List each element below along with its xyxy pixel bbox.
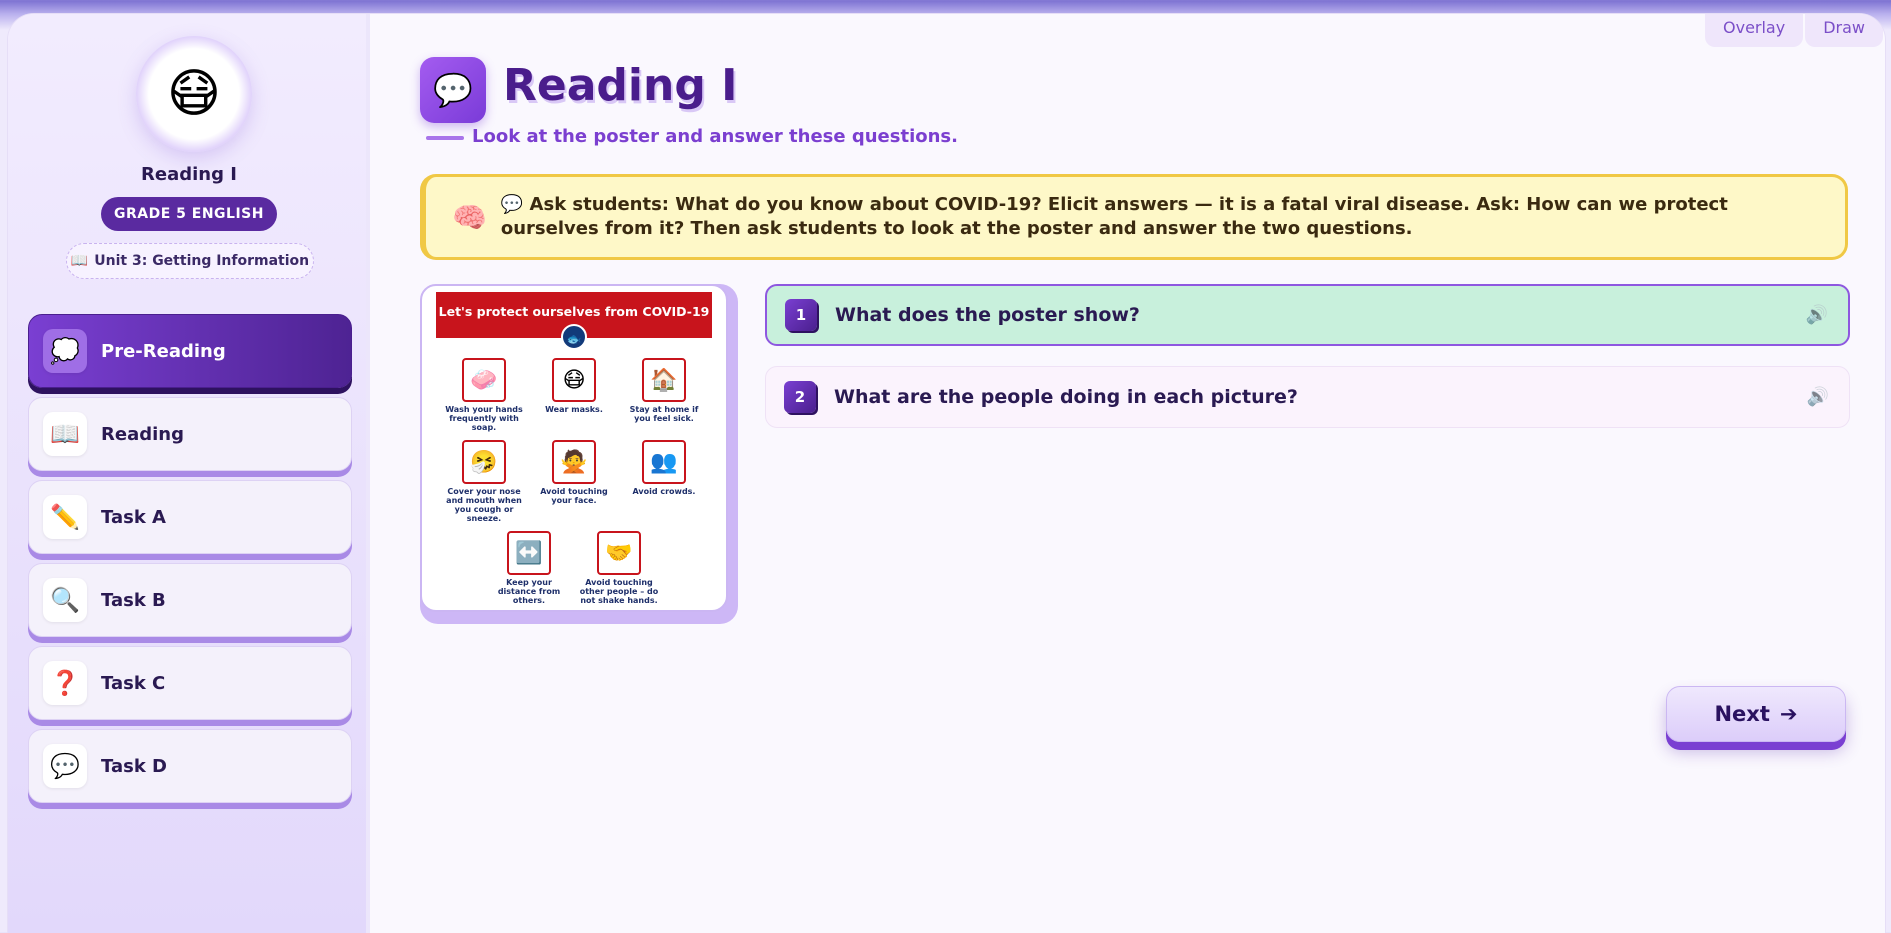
brain-icon: 🧠 — [452, 200, 487, 234]
sidebar-item-task-b[interactable]: 🔍 Task B — [28, 563, 352, 637]
magnifier-icon: 🔍 — [43, 578, 87, 622]
poster-caption: Wear masks. — [545, 405, 603, 414]
question-item-1[interactable]: 1 What does the poster show? 🔊 — [765, 284, 1850, 346]
sidebar-item-label: Reading — [101, 423, 184, 445]
sidebar-item-label: Task B — [101, 589, 166, 611]
question-mark-icon: ❓ — [43, 661, 87, 705]
sidebar-item-label: Pre-Reading — [101, 340, 226, 362]
next-label: Next — [1714, 702, 1770, 726]
house-icon: 🏠 — [642, 358, 686, 402]
poster-grid: 🧼 Wash your hands frequently with soap. … — [436, 358, 712, 605]
pencil-icon: ✏️ — [43, 495, 87, 539]
avatar-ring: 😷 — [136, 36, 252, 152]
draw-button[interactable]: Draw — [1805, 14, 1883, 47]
distance-icon: ↔️ — [507, 531, 551, 575]
poster-caption: Wash your hands frequently with soap. — [445, 405, 523, 432]
speaker-icon[interactable]: 🔊 — [1807, 387, 1829, 408]
sidebar-item-pre-reading[interactable]: 💭 Pre-Reading — [28, 314, 352, 388]
speaker-icon[interactable]: 🔊 — [1806, 305, 1828, 326]
poster-caption: Avoid touching other people – do not sha… — [579, 578, 659, 605]
hand-wash-icon: 🧼 — [462, 358, 506, 402]
poster-caption: Avoid crowds. — [632, 487, 696, 496]
sidebar: 😷 Reading I GRADE 5 ENGLISH 📖 Unit 3: Ge… — [8, 14, 370, 933]
question-number: 1 — [785, 299, 817, 331]
teacher-note: 🧠 💬 Ask students: What do you know about… — [420, 174, 1848, 260]
question-text: What does the poster show? — [835, 304, 1140, 326]
sidebar-item-task-c[interactable]: ❓ Task C — [28, 646, 352, 720]
main-content: 💬 Reading I Look at the poster and answe… — [370, 14, 1885, 933]
speech-bubbles-icon: 💬 — [420, 57, 486, 123]
unit-pill: 📖 Unit 3: Getting Information — [66, 243, 314, 279]
speech-bubble-icon: 💬 — [43, 744, 87, 788]
page-title: Reading I — [503, 60, 738, 111]
mask-icon: 😷 — [552, 358, 596, 402]
poster-cell: 🧼 Wash your hands frequently with soap. — [443, 358, 525, 432]
sidebar-item-label: Task D — [101, 755, 167, 777]
crowd-icon: 👥 — [642, 440, 686, 484]
sidebar-item-task-a[interactable]: ✏️ Task A — [28, 480, 352, 554]
thought-bubble-icon: 💭 — [43, 329, 87, 373]
app-window: Overlay Draw 😷 Reading I GRADE 5 ENGLISH… — [8, 14, 1885, 933]
book-icon: 📖 — [70, 253, 89, 269]
poster-caption: Avoid touching your face. — [540, 487, 608, 505]
poster-banner: Let's protect ourselves from COVID-19 🐟 — [436, 292, 712, 350]
poster-caption: Cover your nose and mouth when you cough… — [446, 487, 522, 523]
no-face-touch-icon: 🙅 — [552, 440, 596, 484]
poster-cell: 🤝 Avoid touching other people – do not s… — [578, 531, 660, 605]
toolbar: Overlay Draw — [1705, 14, 1883, 47]
poster-banner-text: Let's protect ourselves from COVID-19 — [438, 304, 710, 319]
teacher-note-text: 💬 Ask students: What do you know about C… — [500, 194, 1728, 239]
unit-label: Unit 3: Getting Information — [94, 253, 310, 269]
arrow-right-icon: ➔ — [1779, 702, 1798, 726]
poster-cell: 🏠 Stay at home if you feel sick. — [623, 358, 705, 432]
sidebar-item-reading[interactable]: 📖 Reading — [28, 397, 352, 471]
subtitle-accent-bar — [426, 136, 464, 140]
sneeze-icon: 🤧 — [462, 440, 506, 484]
question-list: 1 What does the poster show? 🔊 2 What ar… — [765, 284, 1850, 448]
poster-caption: Stay at home if you feel sick. — [629, 405, 699, 423]
poster-cell: 😷 Wear masks. — [533, 358, 615, 432]
poster-cell: 👥 Avoid crowds. — [623, 440, 705, 523]
poster-cell: 🤧 Cover your nose and mouth when you cou… — [443, 440, 525, 523]
poster-cell: ↔️ Keep your distance from others. — [488, 531, 570, 605]
question-item-2[interactable]: 2 What are the people doing in each pict… — [765, 366, 1850, 428]
page-subtitle: Look at the poster and answer these ques… — [472, 126, 958, 147]
sidebar-item-task-d[interactable]: 💬 Task D — [28, 729, 352, 803]
avatar-mask-face-icon: 😷 — [149, 49, 239, 139]
overlay-button[interactable]: Overlay — [1705, 14, 1804, 47]
book-icon: 📖 — [43, 412, 87, 456]
next-button[interactable]: Next ➔ — [1666, 686, 1846, 742]
handshake-icon: 🤝 — [597, 531, 641, 575]
poster-caption: Keep your distance from others. — [497, 578, 561, 605]
sidebar-item-label: Task A — [101, 506, 166, 528]
poster-card[interactable]: Let's protect ourselves from COVID-19 🐟 … — [420, 284, 738, 624]
poster-cell: 🙅 Avoid touching your face. — [533, 440, 615, 523]
covid-poster: Let's protect ourselves from COVID-19 🐟 … — [420, 284, 728, 612]
grade-badge: GRADE 5 ENGLISH — [101, 197, 277, 231]
fish-logo-icon: 🐟 — [561, 324, 587, 350]
sidebar-title: Reading I — [141, 164, 237, 185]
sidebar-nav: 💭 Pre-Reading 📖 Reading ✏️ Task A 🔍 Task… — [28, 314, 352, 812]
question-text: What are the people doing in each pictur… — [834, 386, 1298, 408]
sidebar-item-label: Task C — [101, 672, 166, 694]
question-number: 2 — [784, 381, 816, 413]
